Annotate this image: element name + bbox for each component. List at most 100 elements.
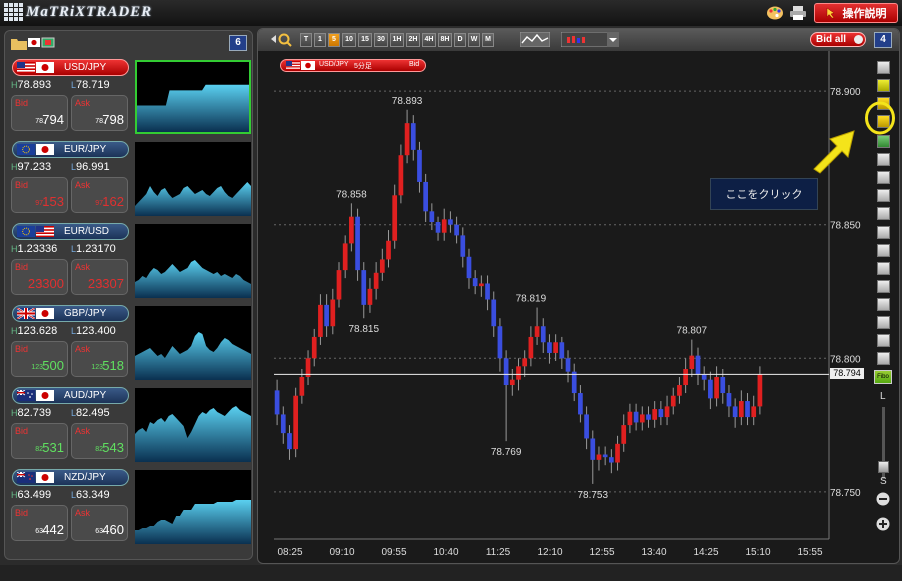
y-tick-label: 78.850 [830, 221, 861, 232]
pen-tool-icon[interactable] [877, 171, 890, 184]
candle-body [429, 211, 435, 223]
ask-value: 798 [102, 112, 124, 127]
candle-body [367, 288, 373, 305]
candle-body [571, 371, 577, 394]
eu-flag-icon [17, 144, 35, 155]
pair-name-label: AUD/JPY [64, 390, 107, 401]
x-tick-label: 15:55 [797, 547, 822, 558]
pair-low: L82.495 [71, 407, 110, 419]
pair-name-chip[interactable]: AUD/JPY [12, 387, 129, 404]
sparkline-area [135, 500, 251, 544]
sparkline-chart[interactable] [135, 142, 251, 216]
pair-name-label: NZD/JPY [64, 472, 106, 483]
zoom-out-icon[interactable] [876, 492, 890, 506]
rate-pair-aud-jpy[interactable]: AUD/JPY H82.739 L82.495 Bid 82. 531 Ask … [9, 385, 252, 465]
ask-label: Ask [75, 180, 91, 190]
magnet-tool-icon[interactable] [877, 79, 890, 92]
jp-flag-icon [36, 472, 54, 483]
sparkline-chart[interactable] [135, 306, 251, 380]
palette-icon[interactable] [766, 5, 784, 21]
pointer-tool-icon[interactable] [877, 153, 890, 166]
rate-pair-usd-jpy[interactable]: USD/JPY H78.893 L78.719 Bid 78. 794 Ask … [9, 57, 252, 137]
bid-button[interactable]: Bid 63. 442 [11, 505, 68, 541]
candle-body [602, 454, 608, 458]
candle-body [466, 256, 472, 279]
channel-tool-icon[interactable] [877, 280, 890, 293]
sparkline-area [135, 332, 251, 380]
ask-button[interactable]: Ask 123. 518 [71, 341, 128, 377]
candle-body [472, 278, 478, 287]
candle-body [349, 216, 354, 244]
zoom-slider-handle[interactable] [878, 461, 889, 473]
bid-button[interactable]: Bid 82. 531 [11, 423, 68, 459]
jp-flag-icon [36, 390, 54, 401]
rate-pair-eur-usd[interactable]: EUR/USD H1.23336 L1.23170 Bid 1. 23300 A… [9, 221, 252, 301]
color-tool-icon[interactable] [877, 135, 890, 148]
pair-low-value: 78.719 [76, 79, 110, 91]
rate-pair-gbp-jpy[interactable]: GBP/JPY H123.628 L123.400 Bid 123. 500 A… [9, 303, 252, 383]
rate-panel: 6 USD/JPY H78.893 L78.719 Bid 78. 794 As… [4, 30, 253, 560]
bid-button[interactable]: Bid 123. 500 [11, 341, 68, 377]
candle-body [695, 355, 701, 375]
sparkline-chart[interactable] [135, 388, 251, 462]
eraser-tool-icon[interactable] [877, 189, 890, 202]
info-tool-icon[interactable] [877, 61, 890, 74]
printer-icon[interactable] [789, 5, 807, 21]
ask-button[interactable]: Ask 82. 543 [71, 423, 128, 459]
sparkline-chart[interactable] [135, 470, 251, 544]
candle-body [460, 235, 466, 257]
candle-body [516, 366, 521, 380]
trendline-tool-icon[interactable] [877, 207, 890, 220]
help-button[interactable]: 操作説明 [814, 3, 898, 23]
candle-body [565, 358, 571, 372]
pair-name-chip[interactable]: NZD/JPY [12, 469, 129, 486]
sparkline-chart[interactable] [135, 60, 251, 134]
pair-name-chip[interactable]: EUR/USD [12, 223, 129, 240]
candle-body [751, 406, 757, 418]
pair-low: L78.719 [71, 79, 110, 91]
zoom-small-label: S [880, 476, 887, 487]
bid-button[interactable]: Bid 78. 794 [11, 95, 68, 131]
ask-value: 162 [102, 194, 124, 209]
gb-flag-icon [17, 308, 35, 319]
current-price-label: 78.794 [830, 368, 864, 380]
pair-name-chip[interactable]: GBP/JPY [12, 305, 129, 322]
horizontal-line-tool-icon[interactable] [877, 226, 890, 239]
pair-high-value: 1.23336 [17, 243, 58, 255]
chart-panel: T 1 5 10 15 30 1H 2H 4H 8H D W M Bid all 4 USD/JPY 5… [257, 28, 900, 564]
trash-tool-icon[interactable] [877, 352, 890, 365]
app-logo: MaTRiXTRADER [4, 3, 152, 21]
folder-icon[interactable] [11, 37, 27, 50]
ask-value: 518 [102, 358, 124, 373]
pair-name-chip[interactable]: USD/JPY [12, 59, 129, 76]
candle-body [720, 377, 726, 394]
candle-body [417, 149, 422, 182]
pointer-icon [826, 7, 835, 19]
price-chart[interactable]: 78.900 78.850 78.800 78.750 08:25 09:10 09:55 1… [258, 29, 899, 563]
candle-body [509, 379, 515, 386]
rate-pair-nzd-jpy[interactable]: NZD/JPY H63.499 L63.349 Bid 63. 442 Ask … [9, 467, 252, 547]
parallel-lines-tool-icon[interactable] [877, 298, 890, 311]
sparkline-chart[interactable] [135, 224, 251, 298]
bid-button[interactable]: Bid 97. 153 [11, 177, 68, 213]
ask-button[interactable]: Ask 97. 162 [71, 177, 128, 213]
bid-value: 153 [42, 194, 64, 209]
sparkline-area [135, 406, 251, 462]
delete-tool-icon[interactable] [877, 334, 890, 347]
pitchfork-tool-icon[interactable] [877, 316, 890, 329]
callout-box: ここをクリック [710, 178, 818, 210]
pair-high-value: 123.628 [17, 325, 58, 337]
bid-button[interactable]: Bid 1. 23300 [11, 259, 68, 295]
fan-tool-icon[interactable] [877, 262, 890, 275]
sparkline-area [137, 84, 249, 132]
vertical-line-tool-icon[interactable] [877, 244, 890, 257]
fibonacci-tool-icon[interactable]: Fibo [874, 370, 892, 384]
ask-button[interactable]: Ask 1. 23307 [71, 259, 128, 295]
candle-body [503, 358, 509, 386]
candle-body [540, 326, 546, 343]
zoom-in-icon[interactable] [876, 517, 890, 531]
rate-pair-eur-jpy[interactable]: EUR/JPY H97.233 L96.991 Bid 97. 153 Ask … [9, 139, 252, 219]
ask-button[interactable]: Ask 78. 798 [71, 95, 128, 131]
pair-name-chip[interactable]: EUR/JPY [12, 141, 129, 158]
ask-button[interactable]: Ask 63. 460 [71, 505, 128, 541]
